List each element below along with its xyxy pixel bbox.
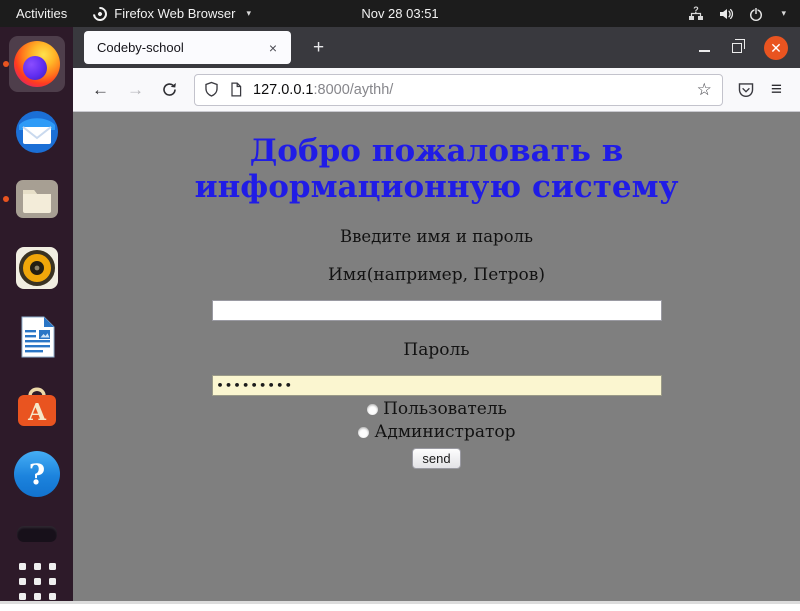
dock-item-files[interactable]: [12, 174, 62, 224]
chevron-down-icon: ▾: [246, 8, 251, 19]
ubuntu-dock: A ?: [0, 27, 73, 604]
reload-button[interactable]: [153, 79, 186, 100]
thunderbird-icon: [13, 108, 61, 156]
app-grid-icon: [19, 563, 56, 600]
system-tray[interactable]: ? ▾: [688, 6, 800, 22]
name-label: Имя(например, Петров): [73, 265, 800, 285]
page-info-icon[interactable]: [228, 81, 244, 98]
app-menu[interactable]: Firefox Web Browser ▾: [83, 0, 261, 27]
bookmark-star-icon[interactable]: ☆: [695, 80, 714, 100]
volume-icon: [718, 6, 735, 22]
dock-item-dark-app[interactable]: [12, 519, 62, 549]
power-icon: [748, 6, 764, 22]
radio-button-icon[interactable]: [366, 403, 379, 416]
tab-codeby-school[interactable]: Codeby-school ×: [84, 31, 291, 64]
reload-icon: [161, 81, 178, 98]
web-page: Добро пожаловать в информационную систем…: [73, 113, 800, 602]
libreoffice-writer-icon: [13, 313, 61, 361]
desktop: Activities Firefox Web Browser ▾ Nov 28 …: [0, 0, 800, 604]
dock-item-thunderbird[interactable]: [12, 107, 62, 157]
ubuntu-software-icon: A: [13, 382, 61, 430]
minimize-button[interactable]: [699, 50, 710, 52]
tab-bar: Codeby-school × + ✕: [73, 27, 800, 68]
app-menu-label: Firefox Web Browser: [114, 6, 235, 21]
files-icon: [13, 175, 61, 223]
forward-button[interactable]: →: [118, 77, 153, 103]
running-indicator: [3, 196, 9, 202]
restore-button[interactable]: [732, 43, 742, 53]
url-host: 127.0.0.1: [253, 82, 313, 98]
password-label: Пароль: [73, 340, 800, 360]
dock-item-libreoffice-writer[interactable]: [12, 312, 62, 362]
page-title: Добро пожаловать в информационную систем…: [137, 133, 737, 205]
network-question-icon: ?: [688, 6, 705, 22]
help-icon: ?: [14, 451, 60, 497]
save-to-pocket-icon[interactable]: [737, 81, 755, 99]
firefox-icon: [14, 41, 60, 87]
url-path: :8000/aythh/: [313, 82, 393, 98]
window-controls: ✕: [699, 36, 800, 60]
tab-close-icon[interactable]: ×: [264, 39, 282, 57]
close-button[interactable]: ✕: [764, 36, 788, 60]
url-bar[interactable]: 127.0.0.1:8000/aythh/ ☆: [194, 74, 723, 106]
shield-permissions-icon[interactable]: [203, 81, 220, 98]
new-tab-button[interactable]: +: [305, 36, 332, 60]
subtitle: Введите имя и пароль: [73, 227, 800, 246]
toolbar-right: ≡: [735, 79, 790, 101]
radio-button-icon[interactable]: [357, 426, 370, 439]
url-text[interactable]: 127.0.0.1:8000/aythh/: [253, 82, 695, 98]
radio-admin-label: Администратор: [374, 422, 515, 442]
send-button[interactable]: send: [412, 448, 460, 469]
firefox-window: Codeby-school × + ✕ ← →: [73, 27, 800, 604]
dock-item-ubuntu-software[interactable]: A: [12, 381, 62, 431]
dark-app-icon: [17, 526, 57, 542]
dock-item-help[interactable]: ?: [12, 449, 62, 499]
rhythmbox-icon: [13, 244, 61, 292]
menu-hamburger-icon[interactable]: ≡: [771, 79, 782, 101]
gnome-top-bar: Activities Firefox Web Browser ▾ Nov 28 …: [0, 0, 800, 27]
radio-option-user[interactable]: Пользователь: [73, 399, 800, 419]
tab-title: Codeby-school: [97, 40, 264, 55]
navigation-toolbar: ← → 127.0.0.1:8000/aythh/ ☆: [73, 68, 800, 112]
password-input[interactable]: [212, 375, 662, 396]
radio-user-label: Пользователь: [383, 399, 507, 419]
back-button[interactable]: ←: [83, 77, 118, 103]
firefox-symbolic-icon: [90, 4, 110, 24]
dropdown-caret-icon: ▾: [781, 8, 786, 19]
dock-item-firefox[interactable]: [12, 39, 62, 89]
activities-button[interactable]: Activities: [0, 0, 83, 27]
radio-option-admin[interactable]: Администратор: [73, 422, 800, 442]
running-indicator: [3, 61, 9, 67]
svg-text:?: ?: [694, 6, 700, 15]
dock-item-rhythmbox[interactable]: [12, 243, 62, 293]
name-input[interactable]: [212, 300, 662, 321]
svg-text:A: A: [27, 399, 47, 426]
